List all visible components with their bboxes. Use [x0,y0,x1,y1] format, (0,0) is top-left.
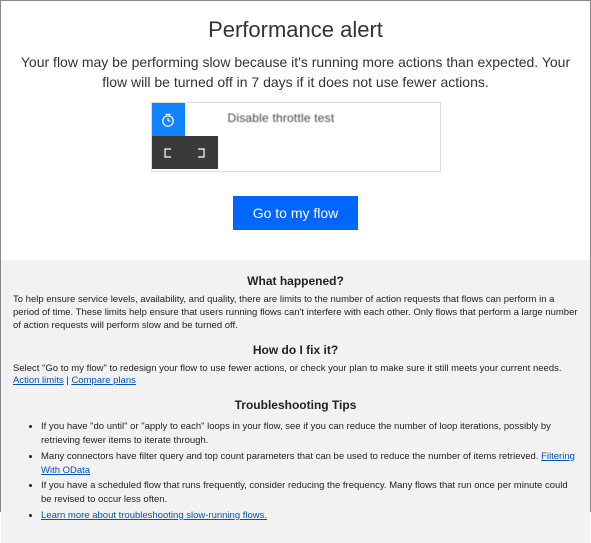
go-to-my-flow-button[interactable]: Go to my flow [233,196,359,230]
flow-card: Disable throttle test [151,102,441,172]
tips-list: If you have "do until" or "apply to each… [41,420,578,522]
tip-text: If you have "do until" or "apply to each… [41,421,551,446]
list-item: If you have a scheduled flow that runs f… [41,479,578,507]
info-panel: What happened? To help ensure service le… [1,260,590,542]
tips-heading: Troubleshooting Tips [13,398,578,412]
flow-card-label: Disable throttle test [218,103,345,133]
list-item: Many connectors have filter query and to… [41,450,578,478]
page-title: Performance alert [13,17,578,43]
action-limits-link[interactable]: Action limits [13,375,64,386]
what-happened-heading: What happened? [13,274,578,288]
list-item: Learn more about troubleshooting slow-ru… [41,509,578,523]
tip-text: If you have a scheduled flow that runs f… [41,480,568,505]
how-fix-heading: How do I fix it? [13,343,578,357]
page-subtitle: Your flow may be performing slow because… [13,53,578,92]
compare-plans-link[interactable]: Compare plans [71,375,135,386]
flow-card-icons [152,103,218,169]
how-fix-body: Select "Go to my flow" to redesign your … [13,363,578,389]
clock-icon [152,103,185,136]
list-item: If you have "do until" or "apply to each… [41,420,578,448]
bracket-left-icon [152,136,185,169]
bracket-right-icon [185,136,218,169]
what-happened-body: To help ensure service levels, availabil… [13,294,578,332]
learn-more-link[interactable]: Learn more about troubleshooting slow-ru… [41,510,267,521]
how-fix-text: Select "Go to my flow" to redesign your … [13,363,562,374]
tip-text: Many connectors have filter query and to… [41,451,541,462]
